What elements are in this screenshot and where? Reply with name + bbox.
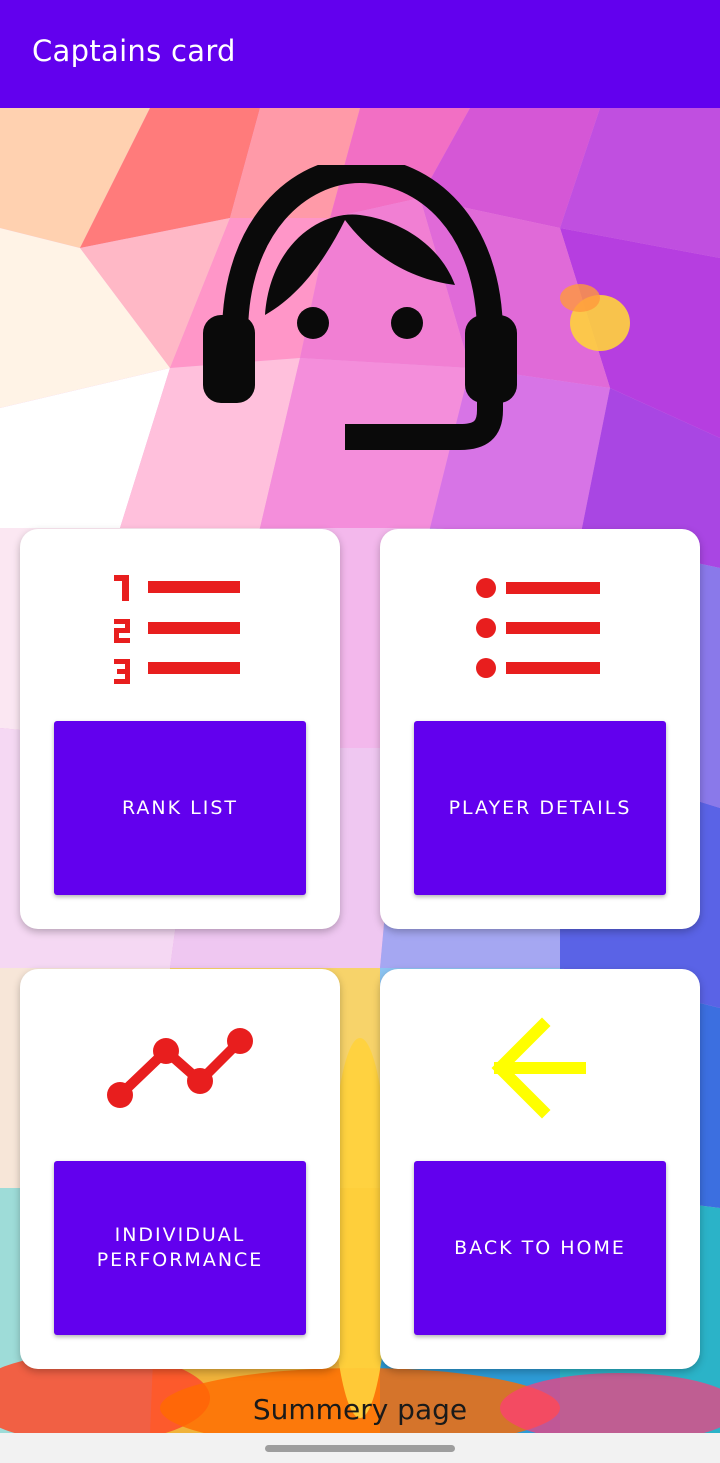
summary-page-label: Summery page: [252, 1393, 468, 1426]
gesture-handle[interactable]: [265, 1445, 455, 1452]
format-list-bulleted-icon: [460, 569, 620, 689]
rank-list-button[interactable]: RANK LIST: [54, 721, 306, 895]
screen: Captains card RANK LIST PLAYER DETAILS I…: [0, 0, 720, 1463]
trending-line-icon: [100, 1009, 260, 1129]
support-agent-icon: [200, 156, 520, 455]
card-player-details: PLAYER DETAILS: [380, 529, 700, 929]
player-details-button[interactable]: PLAYER DETAILS: [414, 721, 666, 895]
card-back-to-home: BACK TO HOME: [380, 969, 700, 1369]
arrow-back-icon: [460, 1009, 620, 1129]
navigation-bar: [0, 1433, 720, 1463]
format-list-numbered-icon: [100, 569, 260, 689]
card-individual-performance: INDIVIDUAL PERFORMANCE: [20, 969, 340, 1369]
card-rank-list: RANK LIST: [20, 529, 340, 929]
back-to-home-button[interactable]: BACK TO HOME: [414, 1161, 666, 1335]
app-bar: Captains card: [0, 0, 720, 108]
individual-performance-button[interactable]: INDIVIDUAL PERFORMANCE: [54, 1161, 306, 1335]
app-title: Captains card: [32, 34, 236, 68]
